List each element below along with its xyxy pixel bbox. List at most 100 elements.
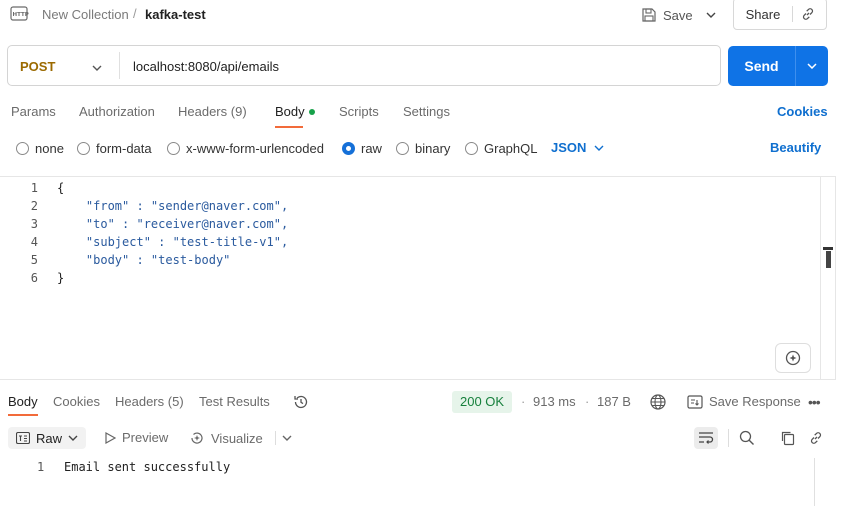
url-divider bbox=[119, 52, 120, 79]
response-size[interactable]: 187 B bbox=[597, 394, 631, 409]
radio-graphql[interactable]: GraphQL bbox=[465, 140, 537, 156]
code-line: } bbox=[57, 271, 65, 285]
response-format-select[interactable]: Raw bbox=[8, 427, 86, 449]
search-icon[interactable] bbox=[737, 429, 757, 447]
response-tab-headers[interactable]: Headers (5) bbox=[115, 394, 184, 409]
save-icon bbox=[642, 8, 656, 22]
http-request-icon: HTTP bbox=[10, 5, 30, 23]
format-select-label: JSON bbox=[551, 140, 587, 155]
svg-text:HTTP: HTTP bbox=[13, 12, 29, 18]
status-badge[interactable]: 200 OK bbox=[452, 391, 513, 413]
more-options-icon[interactable]: ••• bbox=[808, 394, 821, 410]
radio-raw-label: raw bbox=[361, 140, 382, 156]
url-input[interactable]: localhost:8080/api/emails bbox=[133, 59, 279, 74]
radio-binary[interactable]: binary bbox=[396, 140, 450, 156]
chevron-down-icon[interactable] bbox=[282, 435, 292, 441]
tab-params[interactable]: Params bbox=[11, 104, 56, 119]
radio-raw[interactable]: raw bbox=[342, 140, 382, 156]
visualize-button[interactable]: Visualize bbox=[189, 430, 292, 446]
toolbar-divider bbox=[728, 429, 729, 447]
radio-binary-label: binary bbox=[415, 140, 451, 156]
send-button-group: Send bbox=[728, 46, 828, 86]
format-select[interactable]: JSON bbox=[551, 140, 604, 155]
preview-button[interactable]: Preview bbox=[104, 430, 168, 445]
history-icon[interactable] bbox=[292, 393, 310, 414]
cookies-link[interactable]: Cookies bbox=[777, 104, 828, 119]
line-number: 6 bbox=[30, 271, 38, 285]
response-line-number: 1 bbox=[37, 460, 45, 474]
link-icon[interactable] bbox=[806, 429, 826, 447]
preview-label: Preview bbox=[122, 430, 169, 445]
response-format-label: Raw bbox=[36, 430, 63, 446]
radio-form-data-label: form-data bbox=[96, 140, 152, 156]
save-response-button[interactable]: Save Response bbox=[687, 394, 801, 409]
meta-separator: · bbox=[585, 394, 590, 409]
response-tab-headers-label: Headers bbox=[115, 394, 165, 409]
save-button[interactable]: Save bbox=[641, 4, 693, 26]
scroll-marker bbox=[823, 247, 833, 250]
radio-circle-selected bbox=[342, 141, 355, 155]
code-line: "to" : "receiver@naver.com", bbox=[57, 217, 289, 231]
code-line-selected: "body" : "test-body" bbox=[57, 253, 231, 267]
breadcrumb-collection[interactable]: New Collection bbox=[42, 7, 129, 22]
visualize-label: Visualize bbox=[211, 430, 263, 446]
editor-scrollbar[interactable] bbox=[820, 177, 836, 380]
radio-urlencoded[interactable]: x-www-form-urlencoded bbox=[167, 140, 324, 156]
scroll-thumb[interactable] bbox=[826, 251, 831, 268]
tab-headers-count: (9) bbox=[230, 104, 247, 119]
response-time[interactable]: 913 ms bbox=[533, 394, 576, 409]
meta-separator: · bbox=[521, 394, 526, 409]
globe-icon[interactable] bbox=[649, 393, 667, 414]
visualize-icon bbox=[191, 432, 203, 444]
tab-scripts[interactable]: Scripts bbox=[339, 104, 379, 119]
method-select[interactable]: POST bbox=[20, 59, 55, 74]
body-modified-dot bbox=[309, 109, 315, 115]
ai-assist-button[interactable] bbox=[775, 343, 811, 373]
code-line: { bbox=[57, 181, 65, 195]
line-number: 2 bbox=[30, 199, 38, 213]
chevron-down-icon bbox=[68, 435, 78, 441]
play-icon bbox=[105, 431, 116, 444]
save-response-label: Save Response bbox=[709, 394, 801, 409]
line-number: 5 bbox=[30, 253, 38, 267]
response-tab-headers-count: (5) bbox=[167, 394, 184, 409]
copy-icon[interactable] bbox=[778, 429, 798, 447]
send-options-button[interactable] bbox=[796, 46, 828, 86]
beautify-button[interactable]: Beautify bbox=[770, 140, 821, 155]
link-icon bbox=[802, 8, 814, 20]
tab-body[interactable]: Body bbox=[275, 104, 305, 119]
request-name[interactable]: kafka-test bbox=[145, 7, 206, 22]
radio-none[interactable]: none bbox=[16, 140, 64, 156]
line-number: 3 bbox=[30, 217, 38, 231]
copy-link-button[interactable] bbox=[796, 3, 820, 25]
save-options-button[interactable] bbox=[700, 4, 722, 26]
tab-authorization[interactable]: Authorization bbox=[79, 104, 155, 119]
chevron-down-icon bbox=[807, 63, 817, 69]
body-editor[interactable]: 1 2 3 4 5 6 { "from" : "sender@naver.com… bbox=[0, 176, 836, 380]
raw-format-icon bbox=[16, 432, 30, 444]
save-response-icon bbox=[687, 394, 703, 409]
wrap-lines-icon bbox=[699, 432, 714, 444]
radio-circle bbox=[77, 141, 90, 155]
chevron-down-icon bbox=[706, 12, 716, 18]
response-body-text[interactable]: Email sent successfully bbox=[64, 460, 230, 474]
radio-circle bbox=[167, 141, 180, 155]
response-scrollbar[interactable] bbox=[814, 458, 815, 506]
response-tab-body[interactable]: Body bbox=[8, 394, 38, 409]
share-divider bbox=[792, 6, 793, 22]
chevron-down-icon[interactable] bbox=[92, 59, 102, 74]
active-tab-indicator bbox=[275, 126, 303, 128]
radio-form-data[interactable]: form-data bbox=[77, 140, 152, 156]
response-tab-cookies[interactable]: Cookies bbox=[53, 394, 100, 409]
tab-headers[interactable]: Headers (9) bbox=[178, 104, 247, 119]
tab-settings[interactable]: Settings bbox=[403, 104, 450, 119]
response-tab-test-results[interactable]: Test Results bbox=[199, 394, 270, 409]
share-label: Share bbox=[745, 6, 781, 22]
line-number: 4 bbox=[30, 235, 38, 249]
share-button[interactable]: Share bbox=[734, 0, 792, 29]
wrap-lines-button[interactable] bbox=[694, 427, 718, 449]
send-button[interactable]: Send bbox=[728, 46, 795, 86]
radio-circle bbox=[396, 141, 409, 155]
chevron-down-icon bbox=[594, 145, 604, 151]
radio-circle bbox=[16, 141, 29, 155]
